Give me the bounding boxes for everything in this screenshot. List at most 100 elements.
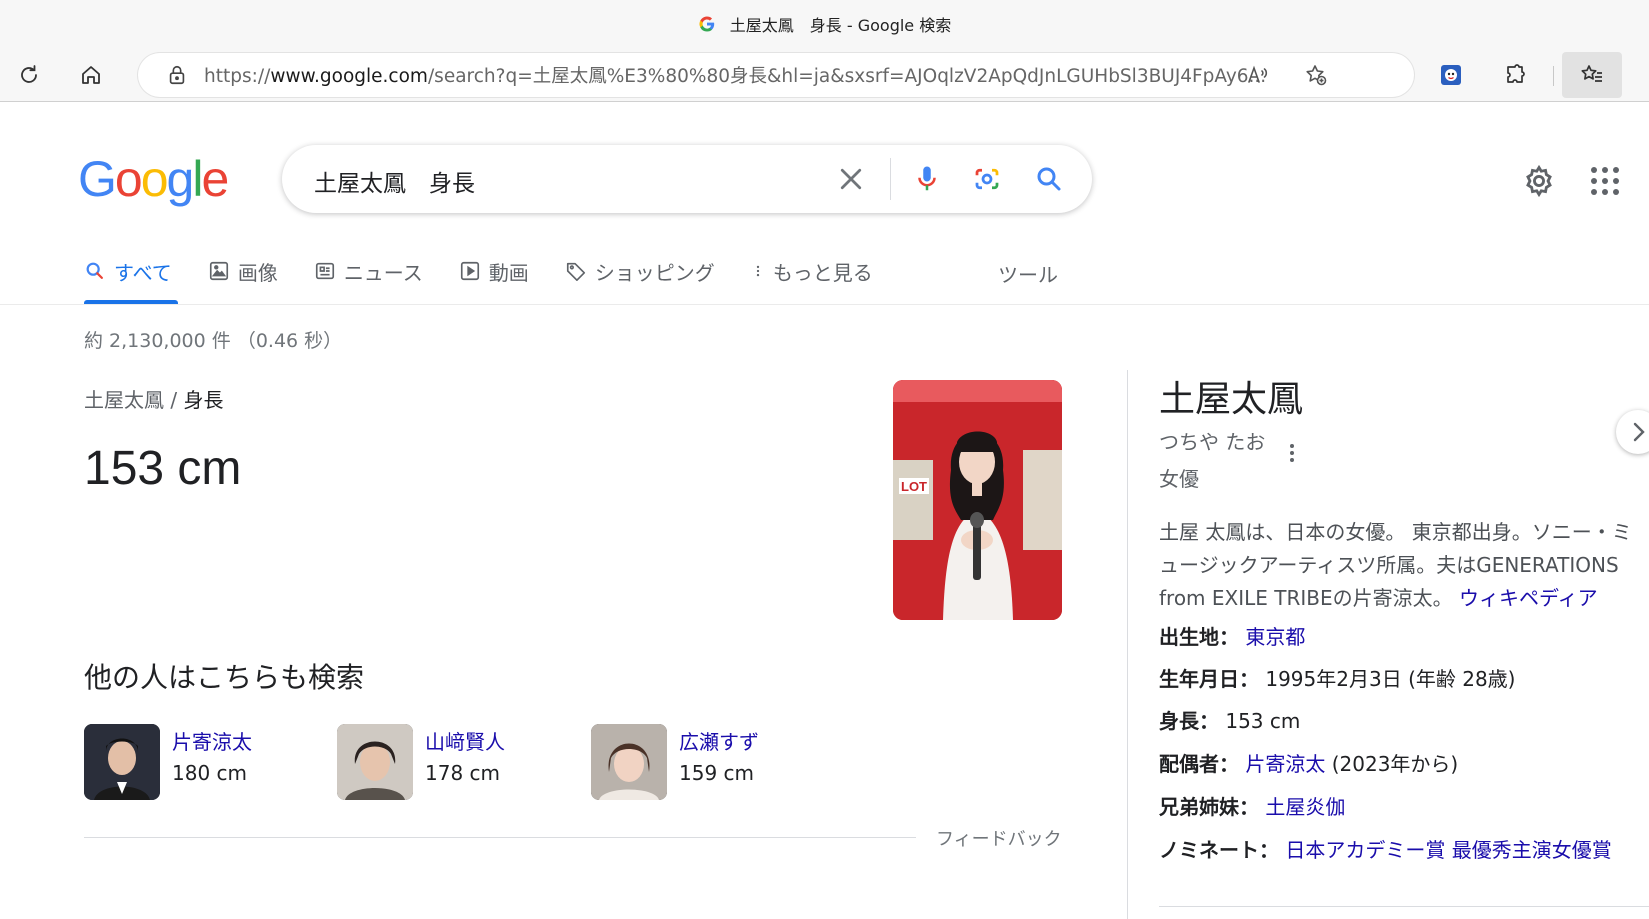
extension-mascot-icon: [1441, 65, 1461, 85]
result-stats: 約 2,130,000 件 （0.46 秒）: [84, 330, 343, 352]
home-button[interactable]: [72, 56, 110, 94]
related-person-avatar[interactable]: [337, 724, 413, 800]
portrait-image: LOT: [893, 380, 1062, 620]
fact-birthplace: 出生地： 東京都: [1159, 621, 1305, 650]
related-person-name[interactable]: 広瀬すず: [679, 726, 759, 755]
fact-link[interactable]: 土屋炎伽: [1265, 795, 1345, 819]
related-person-height: 178 cm: [425, 761, 501, 785]
video-icon: [460, 261, 479, 281]
fact-label: 配偶者：: [1159, 752, 1239, 776]
search-submit-icon[interactable]: [1034, 164, 1064, 194]
fact-nominations: ノミネート： 日本アカデミー賞 最優秀主演女優賞: [1159, 834, 1612, 863]
wikipedia-link[interactable]: ウィキペディア: [1459, 586, 1598, 610]
browser-toolbar: https://www.google.com/search?q=土屋太鳳%E3%…: [0, 48, 1649, 102]
people-also-search-title: 他の人はこちらも検索: [84, 661, 365, 694]
tab-more[interactable]: もっと見る: [751, 255, 873, 287]
description-line: from EXILE TRIBEの片寄涼太。: [1159, 586, 1459, 610]
google-favicon-icon: [699, 16, 714, 32]
home-icon: [82, 66, 100, 84]
url-scheme: https://: [204, 66, 271, 87]
tab-news[interactable]: ニュース: [314, 255, 423, 287]
related-person[interactable]: 広瀬すず 159 cm: [591, 724, 759, 800]
fact-link[interactable]: 日本アカデミー賞 最優秀主演女優賞: [1285, 838, 1611, 862]
tab-shopping[interactable]: ショッピング: [565, 255, 715, 287]
related-person-name[interactable]: 片寄涼太: [172, 726, 252, 755]
tab-label: もっと見る: [772, 260, 873, 285]
feedback-link[interactable]: フィードバック: [936, 825, 1062, 851]
next-arrow-button[interactable]: [1616, 410, 1649, 454]
reload-icon: [21, 65, 37, 83]
answer-value: 153 cm: [84, 442, 242, 495]
favorites-button[interactable]: [1562, 52, 1622, 98]
tab-label: ショッピング: [594, 260, 715, 285]
svg-text:LOT: LOT: [901, 479, 927, 494]
fact-value: 1995年2月3日 (年齢 28歳): [1265, 667, 1516, 691]
fact-birthdate: 生年月日： 1995年2月3日 (年齢 28歳): [1159, 663, 1515, 692]
extensions-button[interactable]: [1496, 56, 1534, 94]
breadcrumb-entity[interactable]: 土屋太鳳: [84, 388, 164, 412]
browser-tab-title: 土屋太鳳 身長 - Google 検索: [729, 16, 952, 35]
url-text[interactable]: https://www.google.com/search?q=土屋太鳳%E3%…: [204, 62, 1319, 88]
tab-all[interactable]: すべて: [84, 255, 172, 287]
breadcrumb-separator: /: [164, 388, 184, 412]
extension-button[interactable]: [1432, 56, 1470, 94]
voice-search-icon[interactable]: [912, 164, 942, 194]
section-divider: [84, 837, 916, 838]
search-box[interactable]: 土屋太鳳 身長: [282, 145, 1092, 213]
url-host: www.google.com: [270, 66, 428, 87]
url-path: /search?q=土屋太鳳%E3%80%80身長&hl=ja&sxsrf=AJ…: [427, 66, 1267, 87]
address-bar[interactable]: https://www.google.com/search?q=土屋太鳳%E3%…: [138, 53, 1414, 97]
google-apps-icon[interactable]: [1591, 167, 1619, 195]
search-tabs: すべて 画像 ニュース 動画 ショッピング もっと見る: [84, 255, 909, 305]
tag-icon: [566, 262, 585, 281]
fact-label: 身長：: [1159, 709, 1219, 733]
related-person[interactable]: 山﨑賢人 178 cm: [337, 724, 505, 800]
answer-photo[interactable]: LOT: [893, 380, 1062, 620]
related-person-height: 159 cm: [679, 761, 755, 785]
knowledge-panel-subtitle: 女優: [1159, 467, 1199, 491]
settings-gear-icon[interactable]: [1522, 164, 1556, 198]
tools-button[interactable]: ツール: [998, 259, 1058, 288]
knowledge-panel-description: 土屋 太鳳は、日本の女優。 東京都出身。ソニー・ミ ュージックアーティスツ所属。…: [1159, 516, 1649, 615]
tab-images[interactable]: 画像: [208, 255, 278, 287]
fact-label: 兄弟姉妹：: [1159, 795, 1259, 819]
search-input[interactable]: 土屋太鳳 身長: [314, 164, 475, 198]
tab-label: 動画: [488, 260, 529, 285]
chevron-right-icon: [1633, 422, 1645, 442]
related-person[interactable]: 片寄涼太 180 cm: [84, 724, 252, 800]
more-options-icon[interactable]: [1290, 444, 1296, 464]
tab-videos[interactable]: 動画: [459, 255, 529, 287]
lock-icon[interactable]: [166, 64, 188, 86]
clear-icon[interactable]: [836, 164, 866, 194]
puzzle-icon: [1507, 64, 1525, 83]
fact-link[interactable]: 東京都: [1245, 625, 1305, 649]
fact-siblings: 兄弟姉妹： 土屋炎伽: [1159, 791, 1345, 820]
image-icon: [209, 261, 228, 281]
knowledge-panel-reading: つちや たお: [1159, 430, 1266, 454]
more-vert-icon: [756, 265, 759, 277]
fact-value: 153 cm: [1225, 709, 1301, 733]
related-person-name[interactable]: 山﨑賢人: [425, 726, 505, 755]
add-favorite-icon[interactable]: [1304, 63, 1328, 87]
tabs-divider: [0, 304, 1649, 305]
google-logo[interactable]: Google: [78, 150, 229, 208]
lens-camera-icon[interactable]: [972, 164, 1002, 194]
related-person-height: 180 cm: [172, 761, 248, 785]
related-person-avatar[interactable]: [591, 724, 667, 800]
description-line: 土屋 太鳳は、日本の女優。 東京都出身。ソニー・ミ: [1159, 520, 1632, 544]
reload-button[interactable]: [10, 56, 48, 94]
related-person-avatar[interactable]: [84, 724, 160, 800]
tab-label: ニュース: [343, 260, 423, 285]
browser-title-bar: 土屋太鳳 身長 - Google 検索: [0, 0, 1649, 48]
tab-label: 画像: [237, 260, 278, 285]
news-icon: [315, 262, 334, 280]
read-aloud-icon[interactable]: [1246, 63, 1270, 87]
knowledge-panel-title: 土屋太鳳: [1159, 379, 1304, 420]
knowledge-panel-border: [1127, 370, 1128, 919]
fact-link[interactable]: 片寄涼太: [1245, 752, 1325, 776]
toolbar-divider: [1553, 66, 1554, 86]
description-line: ュージックアーティスツ所属。夫はGENERATIONS: [1159, 553, 1619, 577]
answer-breadcrumb: 土屋太鳳 / 身長: [84, 384, 223, 413]
fact-value: (2023年から): [1325, 752, 1459, 776]
knowledge-panel-divider: [1159, 906, 1649, 907]
